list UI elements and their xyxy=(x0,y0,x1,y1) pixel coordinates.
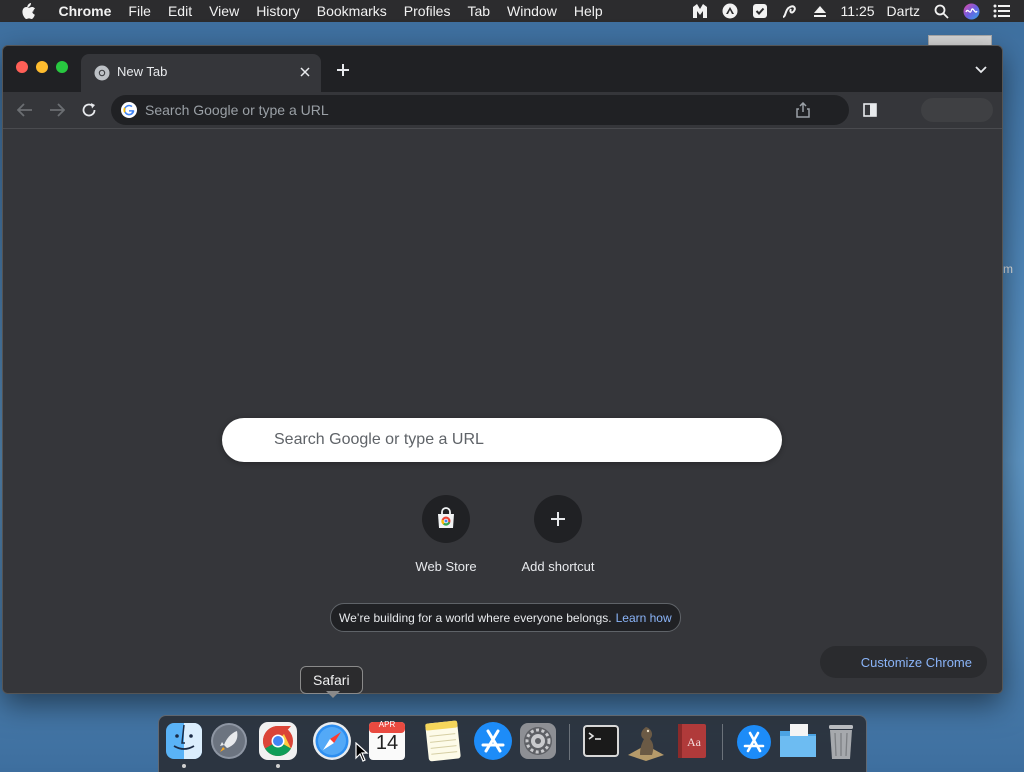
notification-center-icon[interactable] xyxy=(992,2,1010,20)
menu-history[interactable]: History xyxy=(248,0,309,22)
tab-close-icon[interactable] xyxy=(297,64,313,80)
window-close-button[interactable] xyxy=(16,61,28,73)
siri-icon[interactable] xyxy=(962,2,980,20)
customize-chrome-button[interactable]: Customize Chrome xyxy=(820,646,987,678)
ntp-search-placeholder: Search Google or type a URL xyxy=(274,431,484,448)
reload-icon[interactable] xyxy=(79,100,99,120)
customize-chrome-label: Customize Chrome xyxy=(860,654,972,670)
window-maximize-button[interactable] xyxy=(56,61,68,73)
dock-downloads-icon[interactable] xyxy=(732,719,776,763)
profile-button[interactable] xyxy=(921,98,993,122)
dock-finder-icon[interactable] xyxy=(162,719,206,763)
malwarebytes-icon[interactable] xyxy=(691,2,709,20)
dock-chess-icon[interactable] xyxy=(624,719,668,763)
dock-folder-icon[interactable] xyxy=(776,719,820,763)
dock-system-preferences-icon[interactable] xyxy=(516,719,560,763)
menu-view[interactable]: View xyxy=(201,0,248,22)
dock-trash-icon[interactable] xyxy=(819,719,863,763)
chrome-window: New Tab Search Google or type a URL Sear… xyxy=(2,45,1003,694)
menu-bar: Chrome File Edit View History Bookmarks … xyxy=(0,0,1024,22)
browser-toolbar: Search Google or type a URL xyxy=(3,92,1002,129)
tab-search-chevron-icon[interactable] xyxy=(972,61,990,79)
web-store-icon xyxy=(422,495,470,543)
menu-app-name[interactable]: Chrome xyxy=(50,0,120,22)
forward-arrow-icon[interactable] xyxy=(47,100,67,120)
tab-title: New Tab xyxy=(117,64,168,79)
new-tab-button[interactable] xyxy=(333,60,353,80)
dock-terminal-icon[interactable] xyxy=(579,719,623,763)
background-window-text: m xyxy=(1003,262,1013,276)
dock-separator xyxy=(569,724,570,760)
menu-bookmarks[interactable]: Bookmarks xyxy=(308,0,395,22)
dock-app-store-icon[interactable] xyxy=(471,719,515,763)
dock-chrome-icon[interactable] xyxy=(256,719,300,763)
apple-menu-icon[interactable] xyxy=(18,1,38,21)
side-panel-icon[interactable] xyxy=(861,101,879,119)
inclusion-notice: We’re building for a world where everyon… xyxy=(330,603,681,632)
dock-notes-icon[interactable] xyxy=(421,719,465,763)
calendar-day: 14 xyxy=(375,732,399,754)
omnibox[interactable]: Search Google or type a URL xyxy=(111,95,849,125)
svg-text:Aa: Aa xyxy=(687,735,702,749)
menu-help[interactable]: Help xyxy=(565,0,611,22)
dock-dictionary-icon[interactable]: Aa xyxy=(670,719,714,763)
dock: APR 14 Aa xyxy=(158,715,867,772)
dock-tooltip: Safari xyxy=(300,666,363,694)
back-arrow-icon[interactable] xyxy=(15,100,35,120)
chrome-favicon-icon xyxy=(94,65,110,81)
dock-tooltip-text: Safari xyxy=(313,672,350,688)
spotlight-search-icon[interactable] xyxy=(932,2,950,20)
google-g-icon xyxy=(121,102,137,118)
menubar-user[interactable]: Dartz xyxy=(887,3,920,19)
eject-icon[interactable] xyxy=(811,2,829,20)
ntp-search-box[interactable]: Search Google or type a URL xyxy=(222,418,782,462)
running-indicator xyxy=(276,764,280,768)
notice-learn-how-link[interactable]: Learn how xyxy=(616,611,672,625)
shortcut-label: Add shortcut xyxy=(521,559,595,574)
dock-calendar-icon[interactable]: APR 14 xyxy=(365,719,409,763)
shield-icon[interactable] xyxy=(751,2,769,20)
tab-strip: New Tab xyxy=(3,46,1002,92)
vpn-icon[interactable] xyxy=(721,2,739,20)
plus-icon xyxy=(534,495,582,543)
menu-profiles[interactable]: Profiles xyxy=(395,0,459,22)
calendar-month: APR xyxy=(378,720,396,729)
notice-text: We’re building for a world where everyon… xyxy=(339,610,612,625)
menu-tab[interactable]: Tab xyxy=(459,0,499,22)
mouse-cursor-icon xyxy=(355,741,369,762)
dock-safari-icon[interactable] xyxy=(310,719,354,763)
menubar-clock[interactable]: 11:25 xyxy=(841,3,875,19)
new-tab-page: Search Google or type a URL Web Store Ad… xyxy=(3,129,1002,693)
dock-launchpad-icon[interactable] xyxy=(207,719,251,763)
pen-icon[interactable] xyxy=(781,2,799,20)
window-minimize-button[interactable] xyxy=(36,61,48,73)
menu-edit[interactable]: Edit xyxy=(159,0,200,22)
menu-file[interactable]: File xyxy=(120,0,160,22)
tab-new-tab[interactable]: New Tab xyxy=(81,54,321,92)
menu-window[interactable]: Window xyxy=(499,0,566,22)
dock-separator xyxy=(722,724,723,760)
shortcut-label: Web Store xyxy=(415,559,477,574)
shortcut-add[interactable]: Add shortcut xyxy=(502,495,614,585)
omnibox-placeholder: Search Google or type a URL xyxy=(145,102,329,118)
share-icon[interactable] xyxy=(795,102,811,118)
shortcut-web-store[interactable]: Web Store xyxy=(390,495,502,585)
tooltip-arrow xyxy=(326,691,340,698)
running-indicator xyxy=(182,764,186,768)
